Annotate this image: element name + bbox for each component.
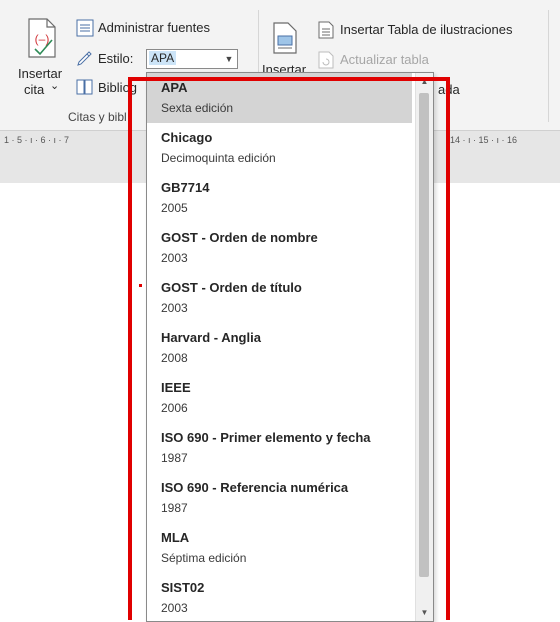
insert-table-of-figures-button[interactable]: Insertar Tabla de ilustraciones — [340, 22, 512, 37]
style-option-name: GB7714 — [161, 180, 210, 195]
insert-caption-icon[interactable] — [272, 22, 298, 54]
insert-citation-icon: (–) — [28, 18, 56, 58]
ruler-left-marks: 1 · 5 · ı · 6 · ı · 7 — [4, 135, 70, 145]
style-option-edition: 2006 — [161, 401, 188, 415]
style-option-edition: Sexta edición — [161, 101, 234, 115]
scroll-up-arrow-icon[interactable]: ▲ — [416, 73, 433, 90]
style-icon — [77, 51, 92, 66]
style-option-3[interactable]: GOST - Orden de nombre 2003 — [147, 223, 412, 273]
style-option-1[interactable]: Chicago Decimoquinta edición — [147, 123, 412, 173]
style-option-name: APA — [161, 80, 188, 95]
update-table-button[interactable]: Actualizar tabla — [340, 52, 429, 67]
bibliography-button[interactable]: Bibliog — [98, 80, 137, 95]
style-option-9[interactable]: MLA Séptima edición — [147, 523, 412, 573]
dropdown-scrollbar[interactable]: ▲ ▼ — [415, 73, 433, 621]
style-option-edition: Séptima edición — [161, 551, 247, 565]
style-option-8[interactable]: ISO 690 - Referencia numérica 1987 — [147, 473, 412, 523]
style-option-edition: 2003 — [161, 301, 188, 315]
group-label-citations: Citas y bibl — [68, 110, 127, 124]
style-option-0[interactable]: APA Sexta edición — [147, 73, 412, 123]
manage-sources-icon — [76, 19, 94, 37]
scroll-down-arrow-icon[interactable]: ▼ — [416, 604, 433, 621]
style-option-6[interactable]: IEEE 2006 — [147, 373, 412, 423]
style-option-name: ISO 690 - Primer elemento y fecha — [161, 430, 371, 445]
insert-citation-button[interactable]: (–) Insertar cita ⌄ — [14, 18, 70, 102]
chevron-down-icon[interactable]: ▼ — [221, 50, 237, 68]
style-label: Estilo: — [98, 51, 134, 66]
insert-citation-label-2: cita — [24, 82, 45, 97]
chevron-down-icon: ⌄ — [50, 80, 60, 92]
style-option-10[interactable]: SIST02 2003 — [147, 573, 412, 621]
annotation-dot — [139, 284, 142, 287]
cross-reference-label[interactable]: ada — [438, 82, 460, 97]
style-option-5[interactable]: Harvard - Anglia 2008 — [147, 323, 412, 373]
svg-text:(–): (–) — [35, 32, 50, 46]
table-of-figures-icon — [318, 21, 334, 39]
style-select[interactable]: APA ▼ — [146, 49, 238, 69]
style-option-edition: 2003 — [161, 601, 188, 615]
style-option-edition: Decimoquinta edición — [161, 151, 276, 165]
style-option-edition: 2008 — [161, 351, 188, 365]
style-select-value: APA — [149, 51, 177, 65]
style-option-edition: 2005 — [161, 201, 188, 215]
style-option-edition: 2003 — [161, 251, 188, 265]
style-option-name: GOST - Orden de título — [161, 280, 302, 295]
ruler-right-marks: 14 · ı · 15 · ı · 16 — [450, 135, 518, 145]
style-option-name: Chicago — [161, 130, 213, 145]
style-dropdown-list[interactable]: APA Sexta edición Chicago Decimoquinta edic… — [146, 72, 434, 622]
style-option-name: IEEE — [161, 380, 191, 395]
update-table-icon — [318, 51, 334, 69]
style-option-edition: 1987 — [161, 451, 188, 465]
style-option-4[interactable]: GOST - Orden de título 2003 — [147, 273, 412, 323]
scrollbar-thumb[interactable] — [419, 93, 429, 577]
style-option-edition: 1987 — [161, 501, 188, 515]
style-option-name: MLA — [161, 530, 190, 545]
style-option-7[interactable]: ISO 690 - Primer elemento y fecha 1987 — [147, 423, 412, 473]
style-option-name: GOST - Orden de nombre — [161, 230, 318, 245]
style-option-name: SIST02 — [161, 580, 205, 595]
style-option-name: ISO 690 - Referencia numérica — [161, 480, 349, 495]
group-divider — [548, 10, 549, 122]
style-option-name: Harvard - Anglia — [161, 330, 261, 345]
manage-sources-label: Administrar fuentes — [98, 20, 210, 35]
style-option-2[interactable]: GB7714 2005 — [147, 173, 412, 223]
bibliography-icon — [76, 79, 93, 95]
